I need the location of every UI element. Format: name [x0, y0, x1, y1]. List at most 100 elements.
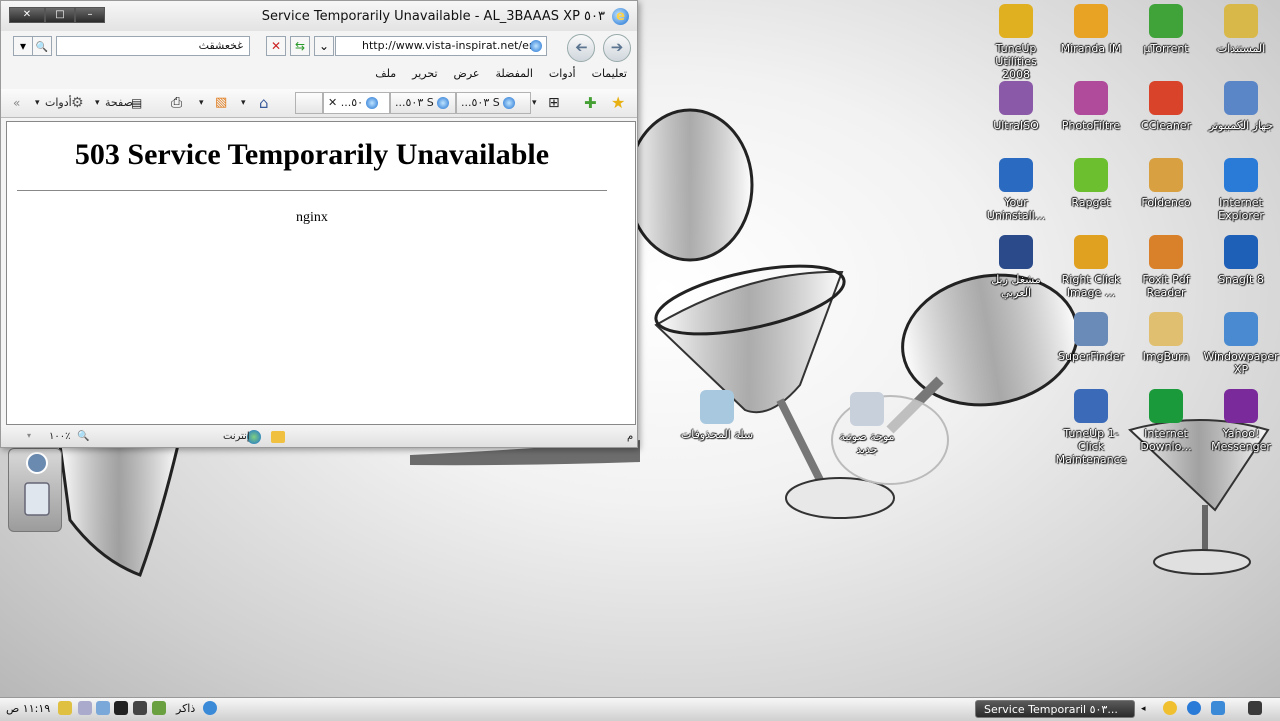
desktop-icon[interactable]: Miranda IM	[1053, 4, 1129, 55]
maximize-button[interactable]: □	[45, 7, 75, 23]
tray-app-icon[interactable]	[78, 701, 92, 715]
tools-menu-button[interactable]: أدوات	[45, 94, 72, 112]
menu-item[interactable]: أدوات	[549, 67, 576, 80]
window-title: Service Temporarily Unavailable - AL_3BA…	[261, 9, 605, 24]
tab-label: ...٥٠	[340, 96, 364, 109]
address-input[interactable]: http://www.vista-inspirat.net/en/	[335, 36, 547, 56]
internet-explorer-icon	[1224, 158, 1258, 192]
gear-icon[interactable]: ⚙	[71, 94, 84, 112]
new-tab-button[interactable]	[295, 92, 323, 114]
desktop-icon[interactable]: PhotoFiltre	[1053, 81, 1129, 132]
feeds-icon[interactable]: ▧	[215, 94, 227, 112]
refresh-button[interactable]: ⇆	[290, 36, 310, 56]
menu-item[interactable]: ملف	[375, 67, 396, 80]
tab-1[interactable]: ...٥٠٣ S	[456, 92, 531, 114]
tab-list-chevron-icon[interactable]: ▾	[532, 94, 537, 112]
stop-icon: ✕	[270, 39, 282, 53]
taskbar-button-browser[interactable]: Service Temporaril ٥٠٣...	[975, 700, 1135, 718]
desktop-icon[interactable]: Foxit Pdf Reader	[1128, 235, 1204, 299]
tray-app-icon[interactable]	[96, 701, 110, 715]
desktop-icon[interactable]: CCleaner	[1128, 81, 1204, 132]
tray-network-icon[interactable]	[203, 701, 217, 715]
desktop-icon[interactable]: Rapget	[1053, 158, 1129, 209]
search-options-button[interactable]: ▾	[13, 36, 33, 56]
menu-item[interactable]: تحرير	[412, 67, 437, 80]
status-bar: م إنترنت 🔍 ١٠٠٪ ▾	[1, 427, 637, 447]
tray-app-icon[interactable]	[133, 701, 147, 715]
quicklaunch-ie-icon[interactable]	[1187, 701, 1201, 715]
toolbar-overflow-icon[interactable]: «	[13, 94, 20, 112]
add-favorite-icon[interactable]: ✚	[584, 94, 597, 112]
home-icon[interactable]: ⌂	[259, 94, 269, 112]
desktop-icon[interactable]: Yahoo! Messenger	[1203, 389, 1279, 453]
desktop-icon[interactable]: موجة صوتية جديد	[829, 392, 905, 456]
desktop-icon[interactable]: Internet Downlo...	[1128, 389, 1204, 453]
menu-item[interactable]: المفضلة	[495, 67, 532, 80]
minimize-button[interactable]: –	[75, 7, 105, 23]
desktop-icon[interactable]: Windowpaper XP	[1203, 312, 1279, 376]
clock[interactable]: ١١:١٩ ص	[6, 700, 50, 718]
idm-icon	[1149, 389, 1183, 423]
tuneup-maintenance-icon	[1074, 389, 1108, 423]
desktop-icon[interactable]: Your Uninstall...	[978, 158, 1054, 222]
quicklaunch-icon[interactable]	[1211, 701, 1225, 715]
desktop-icon-label: TuneUp 1-Click Maintenance	[1055, 427, 1127, 466]
zoom-level[interactable]: ١٠٠٪	[49, 431, 71, 442]
ccleaner-icon	[1149, 81, 1183, 115]
menu-item[interactable]: تعليمات	[592, 67, 627, 80]
rapget-icon	[1074, 158, 1108, 192]
desktop-icon-label: Your Uninstall...	[986, 196, 1046, 222]
page-menu-button[interactable]: صفحة	[105, 94, 133, 112]
back-button[interactable]: ➔	[603, 34, 631, 62]
tab-close-icon[interactable]: ✕	[328, 96, 337, 109]
search-button[interactable]: 🔍	[32, 36, 52, 56]
tray-cursor-icon[interactable]	[114, 701, 128, 715]
stop-button[interactable]: ✕	[266, 36, 286, 56]
desktop-icon-label: SuperFinder	[1057, 350, 1125, 363]
print-chevron-icon[interactable]: ▾	[199, 94, 204, 112]
tab-2[interactable]: ...٥٠٣ S	[390, 92, 456, 114]
tray-search-icon[interactable]	[58, 701, 72, 715]
desktop-icon[interactable]: TuneUp Utilities 2008	[978, 4, 1054, 81]
desktop-icon[interactable]: TuneUp 1-Click Maintenance	[1053, 389, 1129, 466]
desktop-icon[interactable]: سلة المحذوفات	[679, 390, 755, 441]
title-bar[interactable]: ✕ □ – Service Temporarily Unavailable - …	[1, 1, 637, 31]
tray-language[interactable]: ذاكر	[176, 700, 195, 718]
address-dropdown-button[interactable]: ⌄	[314, 36, 334, 56]
status-text: م	[627, 431, 634, 442]
desktop-icon[interactable]: ImgBurn	[1128, 312, 1204, 363]
zoom-chevron-icon[interactable]: ▾	[27, 431, 31, 440]
forward-button[interactable]: ➔	[567, 34, 595, 62]
desktop-icon[interactable]: SnagIt 8	[1203, 235, 1279, 286]
sidebar-gadget[interactable]	[8, 448, 62, 532]
real-player-icon	[999, 235, 1033, 269]
start-button-icon[interactable]	[1248, 701, 1262, 715]
desktop-icon[interactable]: Foldenco	[1128, 158, 1204, 209]
caption-buttons: ✕ □ –	[9, 7, 105, 23]
desktop-icon[interactable]: Internet Explorer	[1203, 158, 1279, 222]
tray-app-icon[interactable]	[152, 701, 166, 715]
tab-3-active[interactable]: ✕ ...٥٠	[323, 92, 390, 114]
close-button[interactable]: ✕	[9, 7, 45, 23]
favorites-star-icon[interactable]: ★	[611, 94, 625, 112]
desktop-icon[interactable]: Right Click Image ...	[1053, 235, 1129, 299]
search-input[interactable]: غخعشقث	[56, 36, 250, 56]
quicklaunch-messenger-icon[interactable]	[1163, 701, 1177, 715]
desktop-icon-label: مشغل ريل العربي	[991, 273, 1041, 299]
chevron-down-icon: ▾	[19, 39, 27, 53]
desktop-icon[interactable]: جهاز الكمبيوتر	[1203, 81, 1279, 132]
home-chevron-icon[interactable]: ▾	[241, 94, 246, 112]
desktop-icon[interactable]: SuperFinder	[1053, 312, 1129, 363]
desktop-icon-label: Yahoo! Messenger	[1211, 427, 1271, 453]
desktop-icon[interactable]: مشغل ريل العربي	[978, 235, 1054, 299]
quick-tabs-icon[interactable]: ⊞	[548, 94, 560, 112]
desktop-icon[interactable]: UltraISO	[978, 81, 1054, 132]
imgburn-icon	[1149, 312, 1183, 346]
print-icon[interactable]: ⎙	[171, 94, 182, 112]
menu-item[interactable]: عرض	[454, 67, 480, 80]
desktop-icon[interactable]: µTorrent	[1128, 4, 1204, 55]
quicklaunch-expand-icon[interactable]: ◂	[1141, 700, 1146, 718]
desktop-icon[interactable]: المستندات	[1203, 4, 1279, 55]
zoom-icon[interactable]: 🔍	[77, 431, 89, 442]
desktop-icon-label: PhotoFiltre	[1061, 119, 1121, 132]
